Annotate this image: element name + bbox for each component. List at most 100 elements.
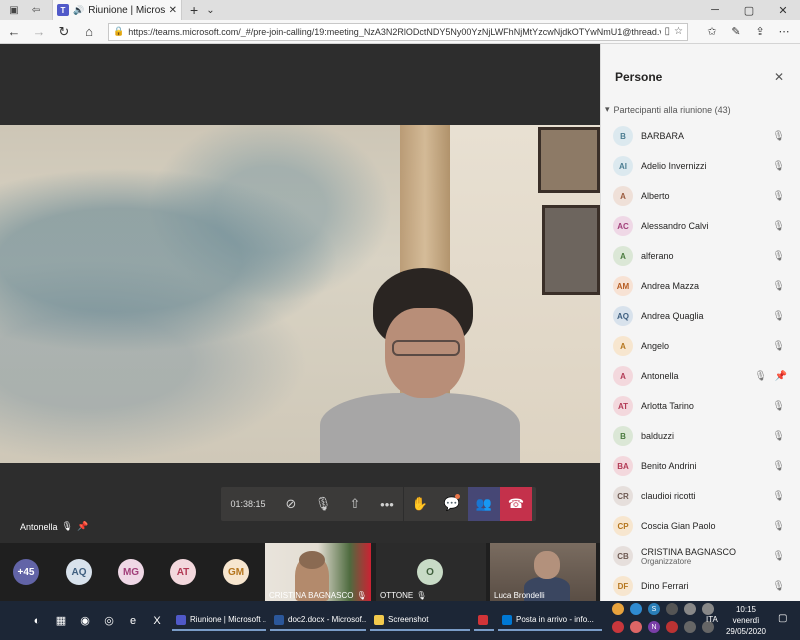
participant-row[interactable]: A Angelo 🎙 (601, 331, 800, 361)
video-person-glasses (392, 340, 460, 356)
participant-row[interactable]: AM Andrea Mazza 🎙 (601, 271, 800, 301)
refresh-button[interactable]: ↻ (53, 21, 75, 43)
tray-icon[interactable] (612, 603, 624, 615)
avatar: AI (613, 156, 633, 176)
clock[interactable]: 10:15 venerdì 29/05/2020 (722, 604, 770, 637)
call-controls: 01:38:15 ⊘ 🎙 ⇧ ••• ✋ 💬 👥 ☎ (221, 487, 536, 521)
lock-icon[interactable]: 🔒 (113, 26, 124, 37)
participant-row[interactable]: CP Coscia Gian Paolo 🎙 (601, 511, 800, 541)
video-tile-luca[interactable]: Luca Brondelli (490, 543, 596, 601)
avatar: A (613, 366, 633, 386)
participant-row[interactable]: Bbalduzzi 🎙 (601, 421, 800, 451)
taskbar-app[interactable]: Screenshot (370, 611, 470, 631)
avatar: AQ (613, 306, 633, 326)
taskbar-app[interactable]: Riunione | Microsoft ... (172, 611, 266, 631)
participant-row[interactable]: A Antonella 🎙 📌 (601, 361, 800, 391)
set-aside-tabs-icon[interactable]: ⇦ (28, 2, 44, 18)
participant-row[interactable]: A Alberto 🎙 (601, 181, 800, 211)
video-tile-ottone[interactable]: O OTTONE 🎙 (376, 543, 486, 601)
browser-tab-bar: ▣ ⇦ T 🔊 Riunione | Microsoft ✕ + ⌄ ─ ▢ ✕ (0, 0, 800, 20)
mic-off-button[interactable]: 🎙 (307, 487, 339, 521)
participant-name: claudioi ricotti (641, 491, 696, 501)
excel-icon[interactable]: X (146, 610, 168, 632)
avatar: A (613, 246, 633, 266)
tray-icon[interactable] (666, 603, 678, 615)
participant-row[interactable]: AC Alessandro Calvi 🎙 (601, 211, 800, 241)
tile-label: CRISTINA BAGNASCO 🎙 (269, 591, 367, 600)
tray-icon[interactable] (702, 603, 714, 615)
browser-tab[interactable]: T 🔊 Riunione | Microsoft ✕ (52, 0, 182, 20)
minimize-button[interactable]: ─ (698, 0, 732, 20)
participant-row[interactable]: DF Dino Ferrari 🎙 (601, 571, 800, 601)
edge-icon[interactable]: e (122, 610, 144, 632)
tray-icon[interactable] (630, 621, 642, 633)
mic-off-icon: 🎙 (772, 430, 785, 442)
chrome-icon[interactable]: ◉ (74, 610, 96, 632)
more-participants-badge[interactable]: +45 (13, 559, 39, 585)
strip-avatar[interactable]: AT (170, 559, 196, 585)
home-button[interactable]: ⌂ (78, 21, 100, 43)
participant-row[interactable]: CB CRISTINA BAGNASCO Organizzatore 🎙 (601, 541, 800, 571)
share-screen-button[interactable]: ⇧ (339, 487, 371, 521)
favorite-star-icon[interactable]: ☆ (674, 26, 683, 37)
participant-row[interactable]: B BARBARA 🎙 (601, 121, 800, 151)
favorites-icon[interactable]: ✩ (702, 22, 722, 42)
tray-icon[interactable]: N (648, 621, 660, 633)
tray-icon[interactable]: S (648, 603, 660, 615)
strip-avatar[interactable]: GM (223, 559, 249, 585)
taskbar-app[interactable] (474, 611, 494, 631)
tray-icon[interactable] (630, 603, 642, 615)
raise-hand-button[interactable]: ✋ (404, 487, 436, 521)
mic-off-icon: 🎙 (754, 370, 767, 382)
participant-row[interactable]: BA Benito Andrini 🎙 (601, 451, 800, 481)
tray-icon[interactable] (612, 621, 624, 633)
notification-icon[interactable]: ▢ (778, 613, 787, 624)
app-icon (478, 614, 488, 625)
pin-icon[interactable]: 📌 (775, 371, 787, 382)
calculator-icon[interactable]: ▦ (50, 610, 72, 632)
taskbar-app[interactable]: doc2.docx - Microsof... (270, 611, 366, 631)
close-window-button[interactable]: ✕ (766, 0, 800, 20)
chrome-icon[interactable]: ◎ (98, 610, 120, 632)
participants-button[interactable]: 👥 (468, 487, 500, 521)
avatar: B (613, 126, 633, 146)
url-field[interactable]: 🔒 https://teams.microsoft.com/_#/pre-joi… (108, 22, 688, 41)
back-button[interactable]: ← (3, 21, 25, 43)
participant-row[interactable]: CR claudioi ricotti 🎙 (601, 481, 800, 511)
hang-up-button[interactable]: ☎ (500, 487, 532, 521)
maximize-button[interactable]: ▢ (732, 0, 766, 20)
participant-row[interactable]: AI Adelio Invernizzi 🎙 (601, 151, 800, 181)
tab-actions-icon[interactable]: ▣ (6, 2, 22, 18)
participants-section-header[interactable]: ▾ Partecipanti alla riunione (43) (605, 104, 731, 115)
camera-off-button[interactable]: ⊘ (275, 487, 307, 521)
notes-pen-icon[interactable]: ✎ (726, 22, 746, 42)
tray-icon[interactable] (684, 621, 696, 633)
more-menu-icon[interactable]: ⋯ (774, 22, 794, 42)
more-actions-button[interactable]: ••• (371, 487, 403, 521)
share-icon[interactable]: ⇪ (750, 22, 770, 42)
tray-icon[interactable] (684, 603, 696, 615)
new-tab-button[interactable]: + (190, 2, 198, 18)
taskbar-app[interactable]: Posta in arrivo - info... (498, 611, 602, 631)
pin-icon[interactable]: 📌 (77, 521, 88, 532)
video-tile-cristina[interactable]: CRISTINA BAGNASCO 🎙 (265, 543, 371, 601)
chat-button[interactable]: 💬 (436, 487, 468, 521)
task-view-icon[interactable]: ◐ (26, 610, 48, 632)
url-text[interactable]: https://teams.microsoft.com/_#/pre-join-… (128, 27, 660, 37)
speaker-icon[interactable]: 🔊 (73, 5, 84, 16)
language-indicator[interactable]: ITA (706, 615, 718, 624)
tray-icon[interactable] (666, 621, 678, 633)
strip-avatar[interactable]: AQ (66, 559, 92, 585)
participant-row[interactable]: Aalferano 🎙 (601, 241, 800, 271)
strip-avatar[interactable]: MG (118, 559, 144, 585)
participant-role: Organizzatore (641, 556, 692, 566)
tile-person-head (534, 551, 560, 579)
reading-view-icon[interactable]: ▯ (665, 26, 671, 37)
tab-menu-chevron-icon[interactable]: ⌄ (206, 5, 214, 16)
participant-row[interactable]: AT Arlotta Tarino 🎙 (601, 391, 800, 421)
participant-row[interactable]: AQ Andrea Quaglia 🎙 (601, 301, 800, 331)
tab-close-button[interactable]: ✕ (169, 5, 177, 16)
close-panel-button[interactable]: ✕ (774, 70, 784, 84)
forward-button[interactable]: → (28, 21, 50, 43)
main-video[interactable] (0, 125, 600, 463)
